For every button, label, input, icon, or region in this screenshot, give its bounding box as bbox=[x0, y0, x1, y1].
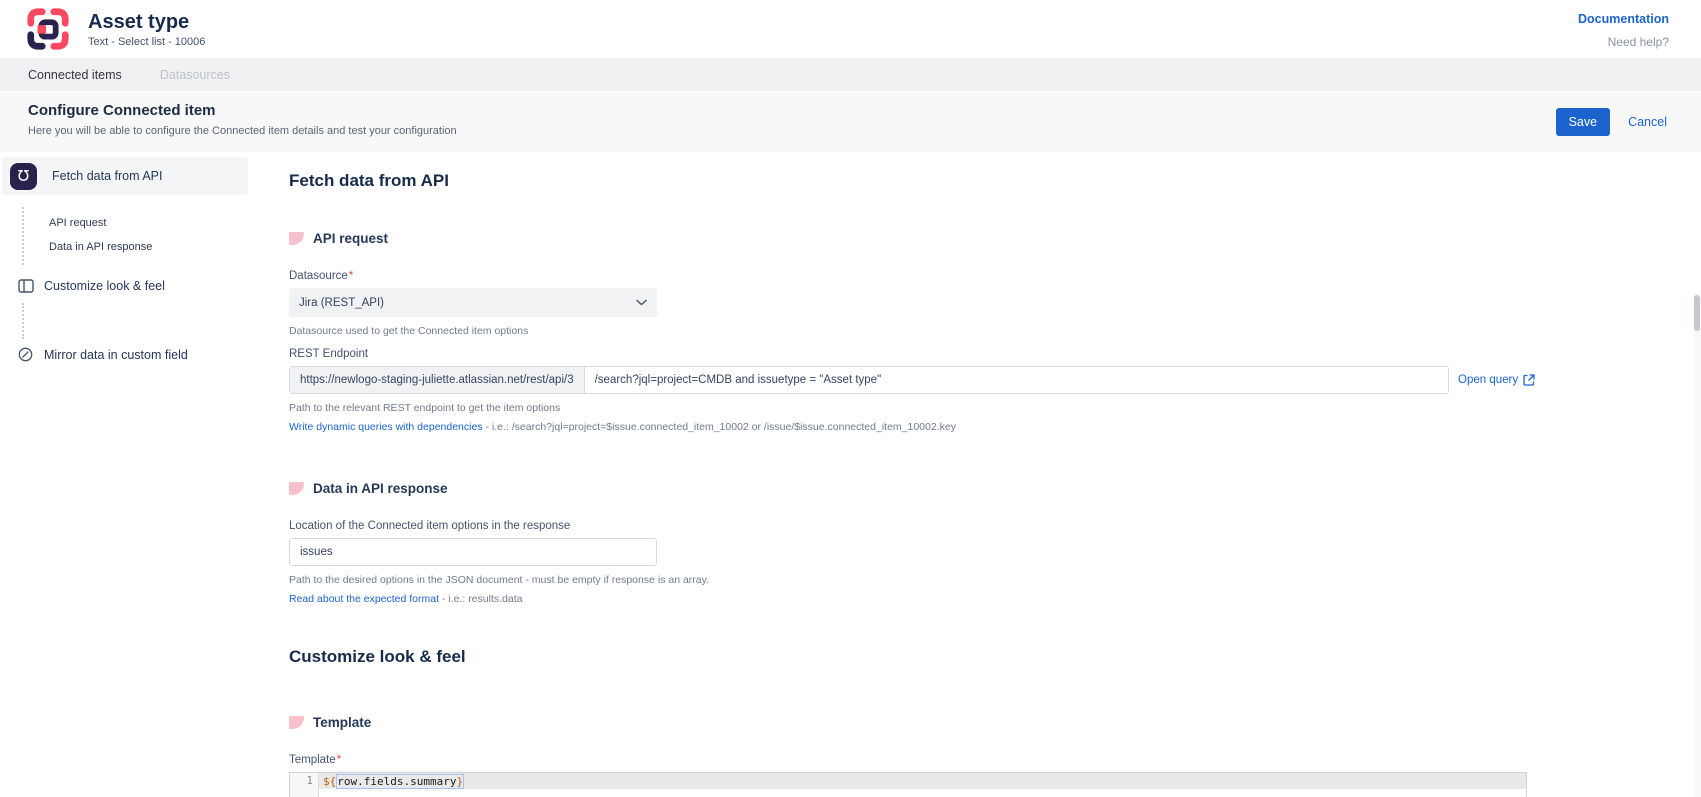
main-panel: Fetch data from API API request Datasour… bbox=[250, 152, 1701, 797]
section-heading-customize: Customize look & feel bbox=[289, 647, 1701, 667]
section-corner-icon bbox=[289, 232, 304, 245]
app-logo-icon bbox=[24, 6, 72, 52]
page-subtitle: Text - Select list - 10006 bbox=[88, 36, 205, 48]
sidebar-item-fetch-data[interactable]: ℧ Fetch data from API bbox=[2, 157, 248, 195]
dotted-connector bbox=[22, 303, 250, 339]
editor-line-number: 1 bbox=[290, 773, 319, 797]
content-area: ℧ Fetch data from API API request Data i… bbox=[0, 152, 1701, 797]
external-link-icon bbox=[1523, 374, 1535, 386]
config-title: Configure Connected item bbox=[28, 102, 457, 119]
endpoint-path-input[interactable] bbox=[585, 367, 1448, 393]
save-button[interactable]: Save bbox=[1556, 108, 1611, 136]
tab-bar: Connected items Datasources bbox=[0, 58, 1701, 91]
section-heading-fetch: Fetch data from API bbox=[289, 171, 1701, 191]
open-query-link[interactable]: Open query bbox=[1458, 374, 1535, 386]
code-open-brace: ${ bbox=[323, 775, 336, 788]
api-request-title: API request bbox=[313, 231, 388, 246]
sidebar-subitem-api-request[interactable]: API request bbox=[49, 211, 152, 235]
code-expression: row.fields.summary bbox=[337, 775, 456, 788]
dynamic-queries-line: Write dynamic queries with dependencies … bbox=[289, 421, 1701, 433]
code-close-brace: } bbox=[456, 775, 463, 788]
open-query-label: Open query bbox=[1458, 374, 1518, 386]
datasource-select[interactable]: Jira (REST_API) bbox=[289, 288, 657, 317]
fetch-data-icon: ℧ bbox=[10, 163, 37, 190]
sidebar-item-customize[interactable]: Customize look & feel bbox=[0, 279, 250, 293]
expected-format-example: - i.e.: results.data bbox=[439, 593, 522, 605]
sidebar-item-label: Mirror data in custom field bbox=[44, 348, 188, 362]
sidebar-item-label: Customize look & feel bbox=[44, 279, 165, 293]
location-input[interactable] bbox=[289, 538, 657, 566]
endpoint-base-url: https://newlogo-staging-juliette.atlassi… bbox=[290, 367, 585, 393]
chevron-down-icon bbox=[636, 299, 647, 306]
mirror-icon bbox=[17, 347, 34, 362]
dynamic-queries-link[interactable]: Write dynamic queries with dependencies bbox=[289, 421, 483, 433]
step-sidebar: ℧ Fetch data from API API request Data i… bbox=[0, 152, 250, 797]
sidebar-item-mirror[interactable]: Mirror data in custom field bbox=[0, 347, 250, 362]
template-title: Template bbox=[313, 715, 371, 730]
vertical-scrollbar[interactable] bbox=[1693, 293, 1701, 797]
app-header: Asset type Text - Select list - 10006 Do… bbox=[0, 0, 1701, 58]
endpoint-label: REST Endpoint bbox=[289, 348, 1701, 360]
location-help: Path to the desired options in the JSON … bbox=[289, 574, 1701, 586]
template-label: Template* bbox=[289, 754, 1701, 766]
expected-format-link[interactable]: Read about the expected format bbox=[289, 593, 439, 605]
page-title: Asset type bbox=[88, 11, 205, 33]
config-subtitle: Here you will be able to configure the C… bbox=[28, 125, 457, 137]
tab-connected-items[interactable]: Connected items bbox=[28, 68, 122, 82]
sidebar-subitem-data-response[interactable]: Data in API response bbox=[49, 235, 152, 259]
data-response-title: Data in API response bbox=[313, 481, 448, 496]
layout-icon bbox=[17, 279, 34, 293]
cancel-button[interactable]: Cancel bbox=[1628, 115, 1667, 129]
endpoint-help: Path to the relevant REST endpoint to ge… bbox=[289, 402, 1701, 414]
editor-active-line: ${row.fields.summary} bbox=[319, 773, 1526, 789]
location-label: Location of the Connected item options i… bbox=[289, 520, 1701, 532]
dynamic-queries-example: - i.e.: /search?jql=project=$issue.conne… bbox=[483, 421, 956, 433]
config-header: Configure Connected item Here you will b… bbox=[0, 91, 1701, 152]
scrollbar-thumb[interactable] bbox=[1694, 295, 1700, 331]
datasource-label: Datasource* bbox=[289, 270, 1701, 282]
sidebar-item-label: Fetch data from API bbox=[52, 169, 162, 183]
section-corner-icon bbox=[289, 716, 304, 729]
endpoint-input-group: https://newlogo-staging-juliette.atlassi… bbox=[289, 366, 1449, 394]
tab-datasources[interactable]: Datasources bbox=[160, 68, 230, 82]
expected-format-line: Read about the expected format - i.e.: r… bbox=[289, 593, 1701, 605]
section-corner-icon bbox=[289, 482, 304, 495]
template-code-editor[interactable]: 1 ${row.fields.summary} bbox=[289, 772, 1527, 797]
datasource-selected-value: Jira (REST_API) bbox=[299, 297, 636, 309]
need-help-text: Need help? bbox=[1578, 35, 1669, 49]
datasource-help: Datasource used to get the Connected ite… bbox=[289, 325, 1701, 337]
documentation-link[interactable]: Documentation bbox=[1578, 12, 1669, 26]
